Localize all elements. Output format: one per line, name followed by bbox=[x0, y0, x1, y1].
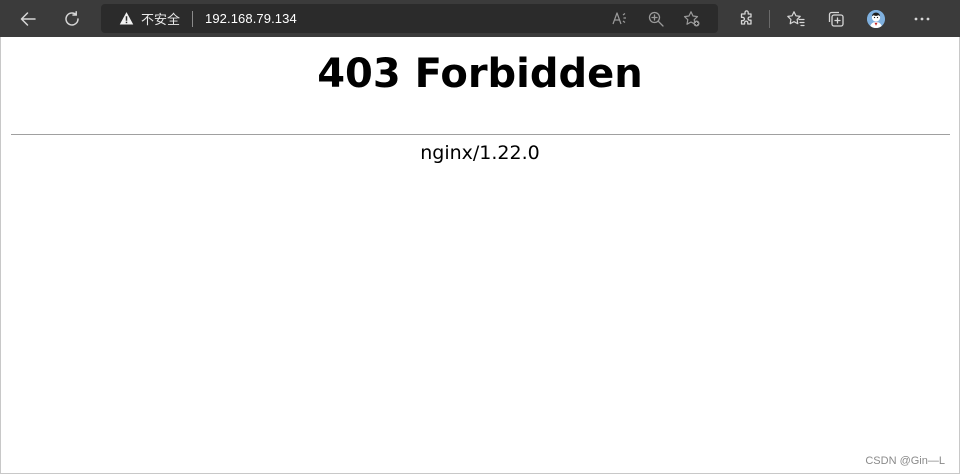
extensions-button[interactable] bbox=[727, 3, 767, 35]
watermark: CSDN @Gin—L bbox=[865, 455, 945, 467]
page-viewport: 403 Forbidden nginx/1.22.0 CSDN @Gin—L bbox=[0, 37, 960, 474]
browser-tools bbox=[727, 2, 942, 35]
refresh-icon bbox=[65, 10, 79, 26]
favorites-icon bbox=[787, 10, 805, 26]
read-aloud-icon bbox=[612, 11, 626, 24]
extensions-icon bbox=[740, 9, 752, 25]
address-divider bbox=[192, 10, 194, 27]
address-bar[interactable]: 不安全 192.168.79.134 bbox=[101, 4, 718, 33]
avatar bbox=[867, 9, 885, 28]
server-version-text: nginx/1.22.0 bbox=[420, 142, 540, 164]
collections-button[interactable] bbox=[816, 3, 856, 35]
more-icon bbox=[914, 17, 930, 20]
arrow-left-icon bbox=[20, 11, 36, 26]
back-button[interactable] bbox=[12, 3, 44, 35]
read-aloud-button[interactable] bbox=[604, 4, 636, 33]
warning-triangle-icon[interactable] bbox=[119, 11, 134, 26]
add-favorite-button[interactable] bbox=[676, 4, 708, 33]
profile-button[interactable] bbox=[856, 3, 896, 35]
favorite-add-icon bbox=[683, 10, 700, 26]
zoom-in-icon bbox=[648, 11, 664, 27]
zoom-button[interactable] bbox=[640, 4, 672, 33]
browser-toolbar: 不安全 192.168.79.134 bbox=[0, 0, 960, 37]
favorites-button[interactable] bbox=[776, 3, 816, 35]
collections-icon bbox=[828, 11, 844, 27]
url-text[interactable]: 192.168.79.134 bbox=[205, 11, 297, 26]
divider-rule bbox=[11, 134, 950, 135]
page-title: 403 Forbidden bbox=[317, 51, 643, 97]
security-status-label[interactable]: 不安全 bbox=[141, 9, 180, 28]
refresh-button[interactable] bbox=[56, 3, 88, 35]
toolbar-divider bbox=[769, 9, 770, 28]
address-bar-actions bbox=[604, 4, 708, 33]
more-button[interactable] bbox=[902, 3, 942, 35]
